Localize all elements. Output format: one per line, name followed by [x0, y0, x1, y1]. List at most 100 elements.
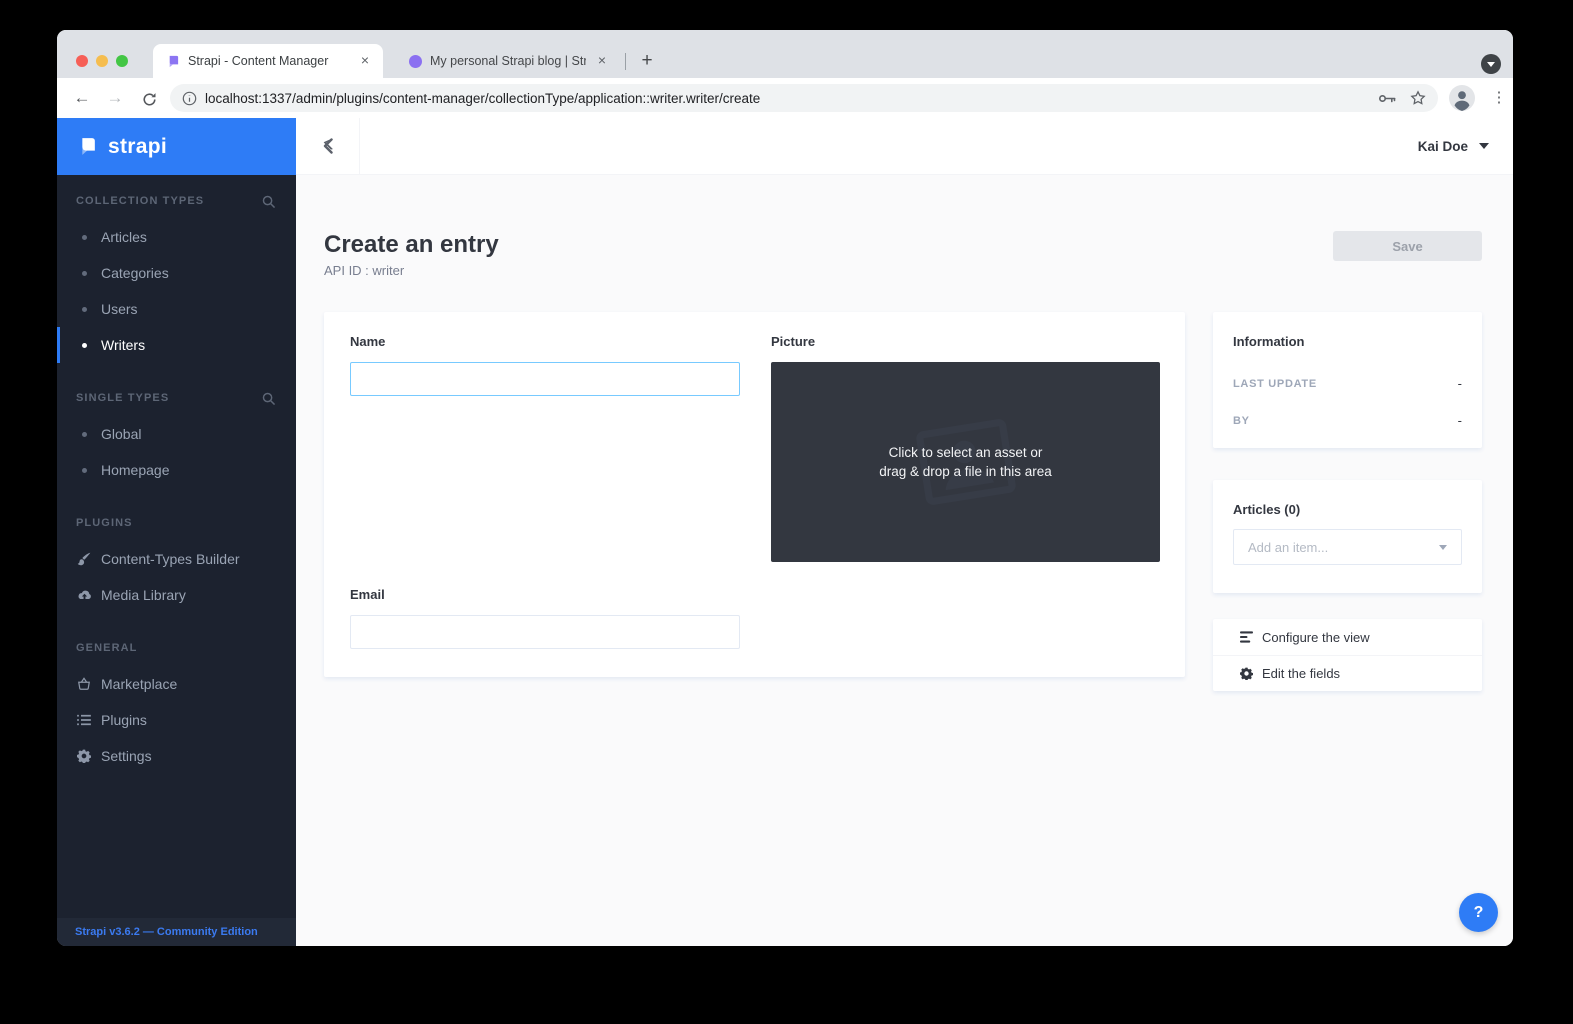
tab-strapi-blog[interactable]: My personal Strapi blog | Strap ×	[397, 44, 620, 78]
tab-divider	[625, 53, 626, 70]
field-name: Name	[350, 334, 740, 562]
name-input[interactable]	[350, 362, 740, 396]
sidebar-item-label: Users	[101, 301, 138, 317]
password-key-icon[interactable]	[1378, 93, 1396, 104]
section-single-types: SINGLE TYPES Global Homepage	[57, 380, 296, 488]
browser-window: Strapi - Content Manager × My personal S…	[57, 30, 1513, 946]
sidebar-item-label: Content-Types Builder	[101, 551, 240, 567]
tab-title: My personal Strapi blog | Strap	[430, 54, 586, 68]
sidebar-item-settings[interactable]: Settings	[57, 738, 296, 774]
sidebar-item-label: Media Library	[101, 587, 186, 603]
field-email: Email	[350, 587, 740, 649]
tab-title: Strapi - Content Manager	[188, 54, 349, 68]
browser-reload-button[interactable]	[137, 86, 161, 110]
site-info-icon[interactable]	[182, 91, 197, 106]
chevron-left-icon	[323, 138, 333, 154]
sidebar-item-global[interactable]: Global	[57, 416, 296, 452]
articles-panel: Articles (0) Add an item...	[1213, 480, 1482, 593]
sidebar-item-label: Homepage	[101, 462, 170, 478]
strapi-version-link[interactable]: Strapi v3.6.2 — Community Edition	[57, 918, 296, 946]
sidebar-item-content-types-builder[interactable]: Content-Types Builder	[57, 541, 296, 577]
info-value: -	[1458, 376, 1462, 391]
bullet-icon	[82, 432, 87, 437]
gear-icon	[1240, 667, 1253, 680]
new-tab-button[interactable]: +	[635, 49, 659, 73]
sidebar-item-label: Global	[101, 426, 141, 442]
user-menu[interactable]: Kai Doe	[1418, 139, 1489, 154]
browser-menu-button[interactable]: ⋮	[1489, 86, 1509, 110]
browser-back-button[interactable]: ←	[70, 86, 94, 110]
articles-title: Articles (0)	[1233, 502, 1462, 517]
section-plugins: PLUGINS Content-Types Builder Media Libr…	[57, 505, 296, 613]
tab-strapi-content-manager[interactable]: Strapi - Content Manager ×	[153, 44, 383, 78]
cloud-upload-icon	[76, 589, 92, 601]
bullet-icon	[82, 307, 87, 312]
caret-down-icon	[1479, 143, 1489, 149]
sidebar-item-homepage[interactable]: Homepage	[57, 452, 296, 488]
back-button[interactable]	[296, 118, 360, 175]
bullet-icon	[82, 271, 87, 276]
section-label: COLLECTION TYPES	[76, 195, 204, 207]
info-row-by: BY -	[1233, 413, 1462, 428]
section-general: GENERAL Marketplace Plugins Settings	[57, 630, 296, 774]
main-area: Kai Doe Create an entry API ID : writer …	[296, 118, 1513, 946]
app-topbar: Kai Doe	[296, 118, 1513, 175]
entry-form-card: Name Picture	[324, 312, 1185, 677]
url-bar[interactable]: localhost:1337/admin/plugins/content-man…	[170, 84, 1438, 112]
picture-label: Picture	[771, 334, 1160, 350]
sidebar-item-marketplace[interactable]: Marketplace	[57, 666, 296, 702]
picture-dropzone[interactable]: Click to select an asset or drag & drop …	[771, 362, 1160, 562]
blog-favicon-icon	[409, 55, 422, 68]
sidebar-item-media-library[interactable]: Media Library	[57, 577, 296, 613]
email-label: Email	[350, 587, 740, 603]
right-panel: Information LAST UPDATE - BY - Arti	[1213, 312, 1482, 691]
caret-down-icon	[1439, 545, 1447, 550]
sidebar-item-label: Writers	[101, 337, 145, 353]
sidebar-item-users[interactable]: Users	[57, 291, 296, 327]
zoom-window-button[interactable]	[116, 55, 128, 67]
url-text: localhost:1337/admin/plugins/content-man…	[205, 91, 1364, 106]
sidebar-item-label: Settings	[101, 748, 152, 764]
section-label: GENERAL	[76, 642, 137, 654]
brush-icon	[76, 552, 92, 566]
sidebar-item-writers[interactable]: Writers	[57, 327, 296, 363]
reload-icon	[142, 92, 157, 107]
info-label: LAST UPDATE	[1233, 378, 1317, 390]
user-name: Kai Doe	[1418, 139, 1468, 154]
strapi-logo[interactable]: strapi	[57, 118, 296, 175]
page-title: Create an entry	[324, 231, 499, 259]
tab-strip: Strapi - Content Manager × My personal S…	[57, 30, 1513, 78]
bullet-icon	[82, 235, 87, 240]
strapi-favicon-icon	[165, 54, 180, 69]
browser-forward-button[interactable]: →	[103, 86, 127, 110]
section-label: PLUGINS	[76, 517, 133, 529]
browser-profile-avatar[interactable]	[1449, 85, 1475, 116]
window-controls	[76, 55, 128, 67]
email-input[interactable]	[350, 615, 740, 649]
page-subtitle: API ID : writer	[324, 263, 499, 278]
configure-view-link[interactable]: Configure the view	[1213, 619, 1482, 655]
list-icon	[76, 714, 92, 726]
sidebar-item-categories[interactable]: Categories	[57, 255, 296, 291]
articles-add-item-select[interactable]: Add an item...	[1233, 529, 1462, 565]
gear-icon	[76, 749, 92, 763]
minimize-window-button[interactable]	[96, 55, 108, 67]
info-label: BY	[1233, 415, 1250, 427]
search-icon[interactable]	[262, 195, 275, 208]
close-window-button[interactable]	[76, 55, 88, 67]
edit-fields-link[interactable]: Edit the fields	[1213, 655, 1482, 691]
bullet-icon	[82, 343, 87, 348]
sidebar-item-plugins[interactable]: Plugins	[57, 702, 296, 738]
bullet-icon	[82, 468, 87, 473]
sidebar-item-articles[interactable]: Articles	[57, 219, 296, 255]
bookmark-star-icon[interactable]	[1410, 90, 1426, 106]
tab-search-button[interactable]	[1481, 54, 1501, 74]
basket-icon	[76, 677, 92, 691]
tab-close-icon[interactable]: ×	[357, 53, 373, 69]
help-button[interactable]: ?	[1459, 893, 1498, 932]
search-icon[interactable]	[262, 392, 275, 405]
tab-close-icon[interactable]: ×	[594, 53, 610, 69]
save-button[interactable]: Save	[1333, 231, 1482, 261]
info-value: -	[1458, 413, 1462, 428]
sidebar-item-label: Plugins	[101, 712, 147, 728]
